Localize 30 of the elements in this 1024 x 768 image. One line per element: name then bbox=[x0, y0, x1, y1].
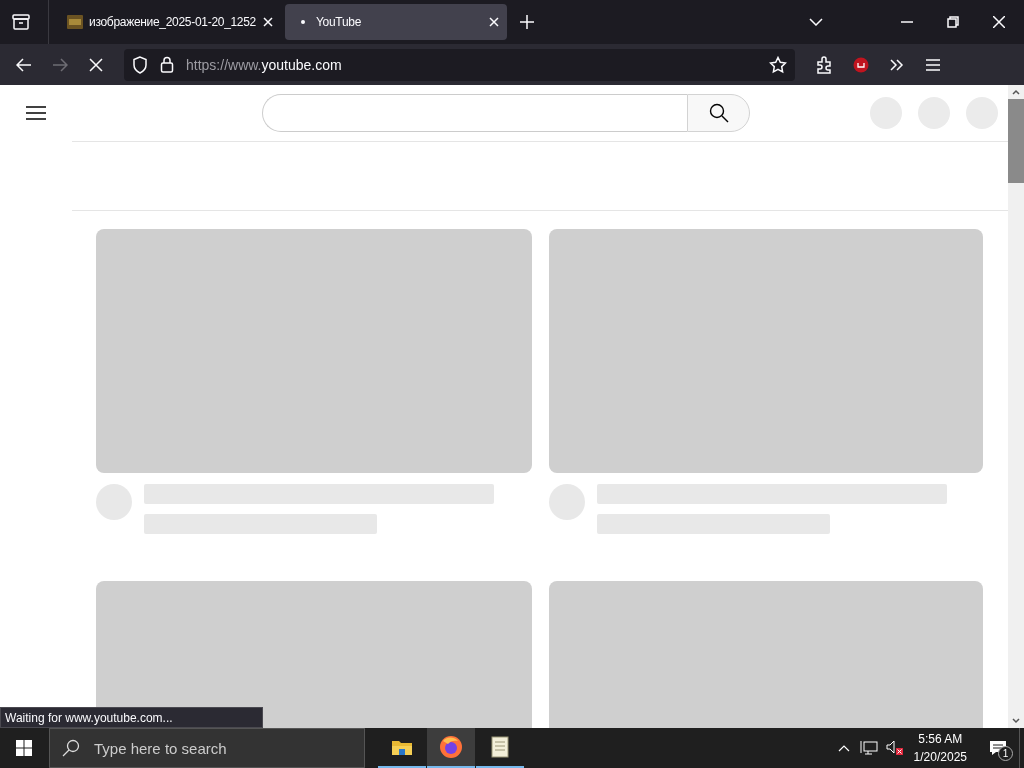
notification-center-button[interactable]: 1 bbox=[983, 728, 1013, 768]
search-button[interactable] bbox=[687, 94, 750, 132]
browser-tab[interactable]: изображение_2025-01-20_1252 bbox=[59, 4, 281, 40]
muted-speaker-icon[interactable] bbox=[885, 740, 904, 756]
windows-logo-icon bbox=[16, 740, 32, 756]
search-icon bbox=[62, 739, 80, 757]
close-tab-icon[interactable] bbox=[489, 17, 499, 27]
close-tab-icon[interactable] bbox=[263, 17, 273, 27]
star-icon[interactable] bbox=[769, 55, 787, 74]
shield-icon bbox=[132, 55, 148, 74]
taskbar-search-field[interactable]: Type here to search bbox=[49, 728, 365, 768]
browser-tab[interactable]: YouTube bbox=[285, 4, 507, 40]
search-icon bbox=[708, 103, 729, 123]
loading-dot-icon bbox=[301, 20, 305, 24]
notepad-icon bbox=[490, 736, 510, 758]
chevron-up-icon[interactable] bbox=[837, 744, 850, 752]
scrollbar-thumb[interactable] bbox=[1008, 99, 1024, 183]
address-bar[interactable]: https://www.youtube.com bbox=[124, 48, 795, 81]
menu-icon[interactable] bbox=[26, 106, 46, 120]
folder-icon bbox=[391, 738, 413, 756]
lock-icon bbox=[160, 56, 174, 73]
scrollbar[interactable] bbox=[1008, 85, 1024, 728]
url-text: https://www.youtube.com bbox=[186, 56, 342, 73]
image-thumbnail-icon bbox=[67, 15, 83, 29]
clock[interactable]: 5:56 AM 1/20/2025 bbox=[913, 730, 967, 766]
status-text: Waiting for www.youtube.com... bbox=[5, 711, 173, 725]
network-icon[interactable] bbox=[859, 740, 878, 756]
search-placeholder: Type here to search bbox=[94, 739, 227, 757]
taskbar-app[interactable] bbox=[427, 728, 475, 768]
firefox-icon bbox=[439, 735, 463, 759]
